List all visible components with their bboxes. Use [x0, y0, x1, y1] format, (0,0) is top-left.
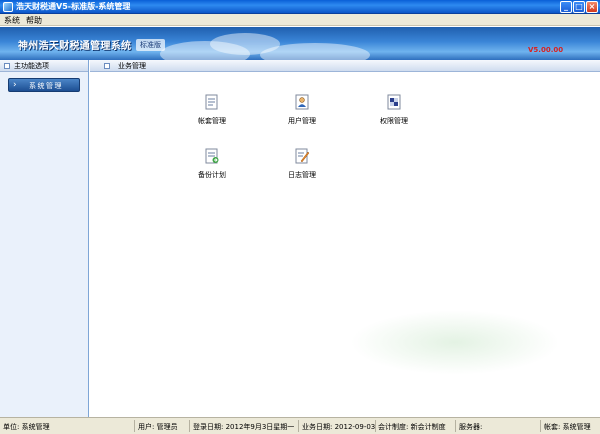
module-label: 帐套管理	[198, 117, 226, 125]
status-business-date: 业务日期: 2012-09-03	[302, 423, 376, 431]
module-permission[interactable]: 权限管理	[359, 94, 429, 134]
sidebar-item-label: 系统管理	[29, 82, 63, 90]
version-label: V5.00.00	[528, 46, 564, 54]
module-label: 用户管理	[288, 117, 316, 125]
main-panel: 业务管理 帐套管理 用户管理 权限管理 备份计划 日志管理	[90, 60, 600, 417]
window-title: 浩天财税通V5-标准版-系统管理	[16, 2, 131, 11]
chevron-right-icon: ›	[13, 80, 17, 90]
brand-name: 神州浩天财税通管理系统	[18, 41, 132, 52]
status-user: 用户: 管理员	[138, 423, 178, 431]
sidebar-header: 主功能选项	[0, 60, 88, 72]
module-user[interactable]: 用户管理	[267, 94, 337, 134]
status-bar: 单位: 系统管理 用户: 管理员 登录日期: 2012年9月3日星期一 业务日期…	[0, 417, 600, 434]
panel-icon	[104, 63, 110, 69]
sidebar-item-system-management[interactable]: › 系统管理	[8, 78, 80, 92]
minimize-button[interactable]: _	[560, 1, 572, 13]
close-button[interactable]: ×	[586, 1, 598, 13]
module-label: 日志管理	[288, 171, 316, 179]
module-label: 权限管理	[380, 117, 408, 125]
sidebar: 主功能选项 › 系统管理	[0, 60, 89, 417]
status-accounting-system: 会计制度: 新会计制度	[378, 423, 446, 431]
user-icon	[295, 94, 309, 110]
status-unit: 单位: 系统管理	[3, 423, 50, 431]
main-header: 业务管理	[90, 60, 600, 72]
module-account-set[interactable]: 帐套管理	[177, 94, 247, 134]
module-label: 备份计划	[198, 171, 226, 179]
status-account-set: 帐套: 系统管理	[544, 423, 591, 431]
panel-icon	[4, 63, 10, 69]
menu-bar: 系统 帮助	[0, 14, 600, 26]
module-backup[interactable]: 备份计划	[177, 148, 247, 188]
permission-icon	[387, 94, 401, 110]
account-book-icon	[205, 94, 218, 110]
status-server: 服务器:	[459, 423, 483, 431]
app-icon	[3, 2, 13, 12]
log-icon	[295, 148, 310, 164]
sidebar-title: 主功能选项	[14, 62, 49, 70]
maximize-button[interactable]: □	[573, 1, 585, 13]
backup-icon	[205, 148, 219, 164]
main-title: 业务管理	[118, 62, 146, 70]
edition-badge: 标准版	[136, 39, 165, 51]
menu-system[interactable]: 系统	[4, 15, 20, 26]
module-log[interactable]: 日志管理	[267, 148, 337, 188]
background-blur	[350, 310, 560, 375]
title-bar: 浩天财税通V5-标准版-系统管理 _ □ ×	[0, 0, 600, 14]
header-banner: 神州浩天财税通管理系统 标准版 V5.00.00	[0, 27, 600, 60]
menu-help[interactable]: 帮助	[26, 15, 42, 26]
status-login-date: 登录日期: 2012年9月3日星期一	[193, 423, 295, 431]
